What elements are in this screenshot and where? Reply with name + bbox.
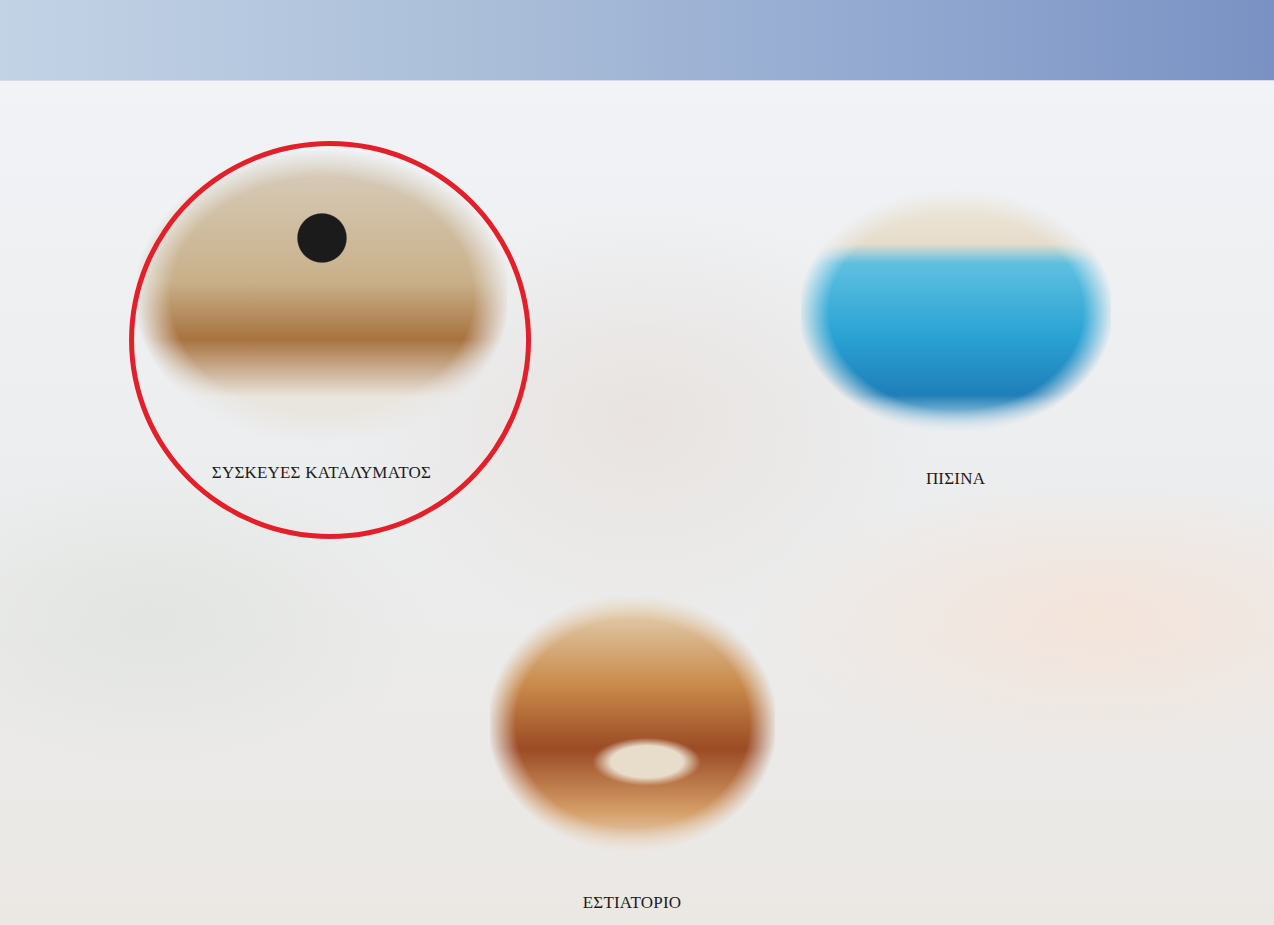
- facility-card[interactable]: ΣΥΣΚΕΥΕΣ ΚΑΤΑΛΥΜΑΤΟΣ: [6, 151, 637, 491]
- facility-row: ΣΥΣΚΕΥΕΣ ΚΑΤΑΛΥΜΑΤΟΣ ΠΙΣΙΝΑ: [0, 81, 1274, 491]
- highlight-ring: [129, 141, 531, 539]
- facility-card[interactable]: ΕΣΤΙΑΤΟΡΙΟ: [490, 596, 775, 915]
- facility-label[interactable]: ΕΣΤΙΑΤΟΡΙΟ: [579, 891, 685, 915]
- facility-card[interactable]: ΠΙΣΙΝΑ: [637, 151, 1274, 491]
- facility-photo[interactable]: [801, 191, 1111, 431]
- page: ΣΥΣΚΕΥΕΣ ΚΑΤΑΛΥΜΑΤΟΣ ΠΙΣΙΝΑ ΕΣΤΙΑΤΟΡΙΟ: [0, 0, 1274, 925]
- facility-label[interactable]: ΣΥΣΚΕΥΕΣ ΚΑΤΑΛΥΜΑΤΟΣ: [208, 461, 435, 485]
- facility-photo[interactable]: [490, 596, 775, 851]
- facility-photo[interactable]: [137, 151, 507, 441]
- facility-row: ΕΣΤΙΑΤΟΡΙΟ: [0, 491, 1274, 915]
- facility-label[interactable]: ΠΙΣΙΝΑ: [922, 467, 989, 491]
- header-banner: [0, 0, 1274, 81]
